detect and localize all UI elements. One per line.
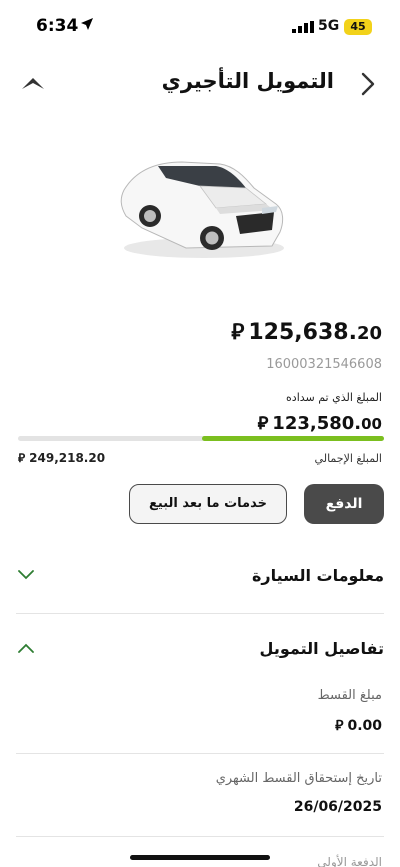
paid-decimal: 00: [361, 415, 382, 433]
paid-amount-label: المبلغ الذي تم سداده: [286, 391, 382, 404]
after-sales-button[interactable]: خدمات ما بعد البيع: [129, 484, 287, 524]
divider: [16, 613, 384, 614]
home-indicator[interactable]: [130, 855, 270, 860]
divider: [16, 753, 384, 754]
status-bar: 6:34 5G 45: [0, 0, 400, 52]
page-title: التمويل التأجيري: [161, 69, 334, 93]
car-info-title: معلومات السيارة: [251, 566, 384, 585]
chevron-up-icon: [18, 643, 34, 653]
divider: [16, 836, 384, 837]
contract-number: 16000321546608: [266, 357, 382, 372]
status-time: 6:34: [36, 16, 79, 36]
remaining-amount: ⃁ 125,638.20: [231, 318, 382, 346]
finance-details-section[interactable]: تفاصيل التمويل: [16, 629, 384, 669]
total-amount-label: المبلغ الإجمالي: [314, 452, 382, 465]
car-info-section[interactable]: معلومات السيارة: [16, 556, 384, 596]
pay-button[interactable]: الدفع: [304, 484, 384, 524]
collapse-up-icon[interactable]: [20, 74, 46, 92]
cellular-signal-icon: [292, 21, 314, 33]
total-amount: ⃁ 249,218.20: [18, 451, 105, 466]
location-arrow-icon: [81, 18, 93, 30]
next-field-label: الدفعة الأولى: [317, 855, 382, 867]
amount-integer: 125,638.: [248, 320, 357, 345]
payment-progress-bar: [18, 436, 384, 441]
riyal-icon: ⃁: [257, 413, 269, 434]
header-bar: التمويل التأجيري: [0, 62, 400, 106]
paid-amount: ⃁ 123,580.00: [258, 411, 382, 434]
car-image: [120, 161, 284, 258]
amount-decimal: 20: [356, 323, 382, 344]
network-type: 5G: [318, 18, 340, 34]
installment-amount: 0.00: [347, 718, 382, 734]
due-date-label: تاريخ إستحقاق القسط الشهري: [215, 771, 382, 786]
battery-icon: 45: [344, 19, 372, 35]
riyal-icon: ⃁: [231, 320, 245, 345]
payment-progress-fill: [202, 436, 384, 441]
finance-details-title: تفاصيل التمويل: [259, 639, 384, 658]
total-amount-value: 249,218.20: [29, 451, 106, 465]
riyal-icon: ⃁: [335, 718, 344, 734]
back-chevron-icon[interactable]: [356, 70, 380, 98]
paid-integer: 123,580.: [272, 413, 362, 434]
installment-value: ⃁ 0.00: [335, 716, 382, 734]
chevron-down-icon: [18, 570, 34, 580]
installment-label: مبلغ القسط: [317, 688, 382, 703]
riyal-icon: ⃁: [18, 451, 26, 465]
due-date-value: 26/06/2025: [293, 799, 382, 815]
